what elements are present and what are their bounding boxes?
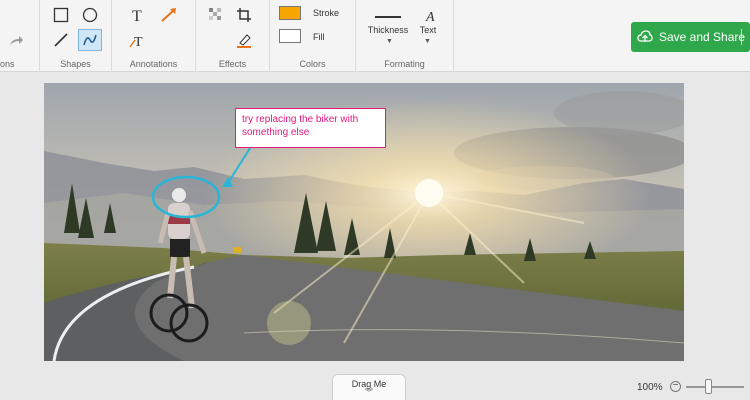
double-chevron-down-icon: ︾ <box>365 388 373 397</box>
group-label-effects: Effects <box>218 59 247 69</box>
stroke-color-swatch[interactable] <box>279 6 301 20</box>
text-format-label[interactable]: Text <box>414 25 442 35</box>
group-label-colors: Colors <box>270 59 355 69</box>
text-dropdown-icon[interactable]: ▼ <box>424 38 431 45</box>
zoom-level: 100% <box>637 382 663 393</box>
save-button-divider <box>741 29 742 45</box>
svg-text:T: T <box>134 35 143 48</box>
text-tool-icon[interactable]: T <box>126 4 150 26</box>
group-effects: Effects <box>196 0 270 72</box>
cloud-upload-icon <box>637 30 653 42</box>
crop-icon[interactable] <box>232 4 256 26</box>
group-label-shapes: Shapes <box>60 59 91 69</box>
group-label-formating: Formating <box>384 59 425 69</box>
rectangle-tool-icon[interactable] <box>49 4 73 26</box>
svg-text:A: A <box>425 10 435 23</box>
group-colors: Stroke Fill Colors <box>270 0 356 72</box>
font-style-icon[interactable]: A <box>419 5 443 27</box>
group-label-partial: ons <box>0 59 15 69</box>
fill-color-swatch[interactable] <box>279 29 301 43</box>
highlighter-icon[interactable] <box>232 29 256 51</box>
save-and-share-label: Save and Share <box>659 30 746 44</box>
annotation-text-box[interactable]: try replacing the biker with something e… <box>235 108 386 148</box>
save-and-share-button[interactable]: Save and Share <box>631 22 750 52</box>
colors-label-text: Colors <box>299 59 326 69</box>
svg-text:T: T <box>132 8 142 23</box>
fill-label: Fill <box>313 32 325 42</box>
group-actions-partial: ons <box>0 0 40 72</box>
arrow-tool-icon[interactable] <box>157 4 181 26</box>
redo-icon[interactable] <box>4 30 28 52</box>
freehand-tool-icon[interactable] <box>78 29 102 51</box>
group-label-annotations: Annotations <box>129 59 178 69</box>
ribbon-toolbar: ons Shapes T T Annotations Effects Strok… <box>0 0 750 72</box>
pixelate-icon[interactable] <box>204 4 228 26</box>
drag-me-handle[interactable]: Drag Me ︾ <box>332 374 406 400</box>
group-shapes: Shapes <box>40 0 112 72</box>
zoom-out-icon[interactable]: − <box>670 381 681 392</box>
ellipse-tool-icon[interactable] <box>78 4 102 26</box>
line-tool-icon[interactable] <box>49 29 73 51</box>
thickness-label[interactable]: Thickness <box>366 25 410 35</box>
zoom-slider-thumb[interactable] <box>705 379 712 394</box>
zoom-slider-track[interactable] <box>686 386 744 388</box>
group-annotations: T T Annotations <box>112 0 196 72</box>
group-formating: Thickness ▼ A Text ▼ Formating <box>356 0 454 72</box>
thickness-dropdown-icon[interactable]: ▼ <box>386 38 393 45</box>
stroke-label: Stroke <box>313 8 340 18</box>
arrow-text-tool-icon[interactable]: T <box>126 29 150 51</box>
